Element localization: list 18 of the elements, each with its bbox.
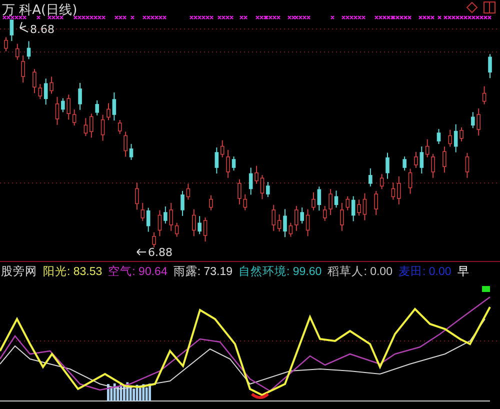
- chart-title: 万 科A(日线): [2, 2, 78, 20]
- indicator-value: 早: [457, 265, 470, 280]
- low-price-label: 6.88: [148, 245, 172, 261]
- arrow-icon: [136, 248, 146, 256]
- high-price-label: 8.68: [30, 22, 54, 38]
- panel-icon[interactable]: [484, 2, 496, 14]
- arrow-icon: [20, 22, 28, 32]
- indicator-value: 自然环境: 99.60: [238, 264, 322, 280]
- signal-square: [482, 286, 490, 292]
- indicator-value: 雨露: 73.19: [173, 264, 233, 280]
- signal-marker: [251, 392, 269, 399]
- indicator-name: 股旁网: [1, 264, 37, 280]
- histogram-bars-drawing: [107, 382, 151, 401]
- indicator-value: 空气: 90.64: [108, 264, 168, 280]
- indicator-value: 麦田: 0.00: [398, 264, 452, 280]
- diamond-icon[interactable]: [466, 2, 478, 14]
- indicator-value: 阳光: 83.53: [43, 264, 102, 280]
- indicator-value: 稻草人: 0.00: [328, 264, 392, 280]
